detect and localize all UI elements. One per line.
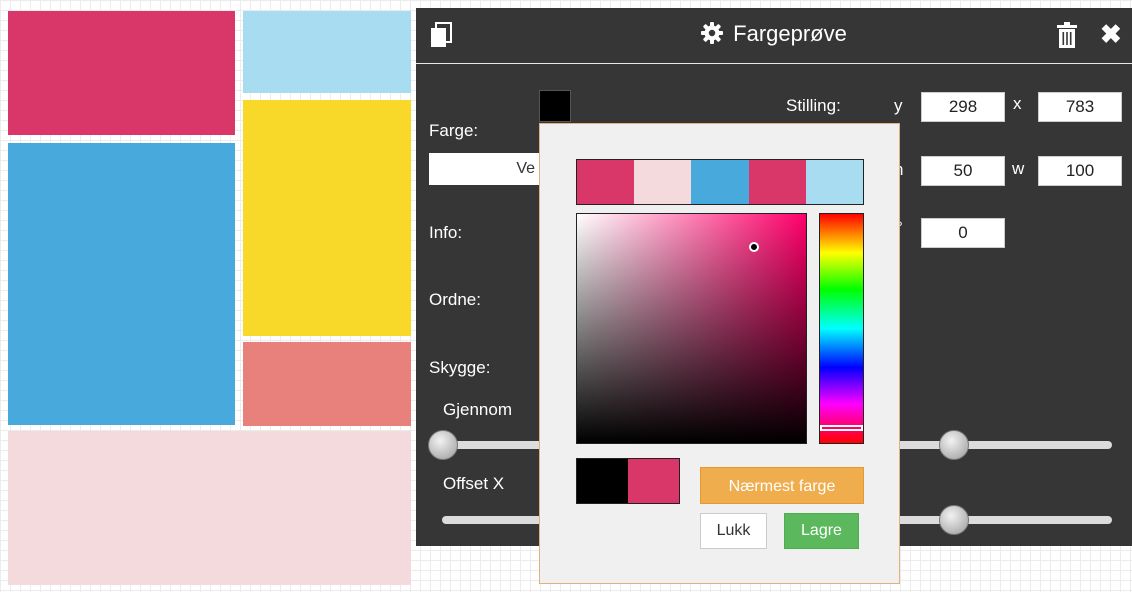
offset-x-slider-handle[interactable] bbox=[939, 505, 969, 535]
palette-swatch[interactable] bbox=[748, 160, 806, 204]
close-button[interactable]: Lukk bbox=[700, 513, 767, 549]
canvas-block[interactable] bbox=[8, 11, 235, 135]
close-icon[interactable]: ✖ bbox=[1100, 21, 1122, 47]
opacity-slider-handle-2[interactable] bbox=[939, 430, 969, 460]
opacity-slider-handle[interactable] bbox=[428, 430, 458, 460]
color-name-field[interactable]: Ve bbox=[429, 153, 541, 185]
gear-icon[interactable] bbox=[701, 22, 724, 50]
canvas-block[interactable] bbox=[243, 11, 411, 93]
hue-slider-handle[interactable] bbox=[820, 425, 863, 431]
saturation-value-area[interactable] bbox=[576, 213, 807, 444]
y-field[interactable]: 298 bbox=[921, 92, 1005, 122]
ordne-label: Ordne: bbox=[429, 290, 481, 309]
saturation-value-marker[interactable] bbox=[749, 242, 759, 252]
canvas-block[interactable] bbox=[8, 431, 411, 585]
recent-colors-palette bbox=[576, 159, 864, 205]
canvas-block[interactable] bbox=[8, 143, 235, 425]
position-label: Stilling: bbox=[786, 96, 841, 115]
skygge-label: Skygge: bbox=[429, 358, 491, 377]
previous-color-preview bbox=[577, 459, 628, 503]
info-label: Info: bbox=[429, 223, 463, 242]
canvas-block[interactable] bbox=[243, 100, 411, 336]
nearest-color-button[interactable]: Nærmest farge bbox=[700, 467, 864, 504]
dialog-title-wrap: Fargeprøve bbox=[416, 21, 1132, 50]
color-swatch-button[interactable] bbox=[539, 90, 571, 122]
palette-swatch[interactable] bbox=[691, 160, 749, 204]
x-field[interactable]: 783 bbox=[1038, 92, 1122, 122]
hue-slider[interactable] bbox=[819, 213, 864, 444]
color-preview bbox=[576, 458, 680, 504]
color-picker-popup: Nærmest farge Lukk Lagre bbox=[539, 123, 900, 584]
y-label: y bbox=[894, 96, 903, 115]
save-button[interactable]: Lagre bbox=[784, 513, 859, 549]
palette-swatch[interactable] bbox=[805, 160, 864, 204]
x-label: x bbox=[1013, 94, 1022, 113]
new-color-preview bbox=[628, 459, 679, 503]
height-field[interactable]: 50 bbox=[921, 156, 1005, 186]
rotation-field[interactable]: 0 bbox=[921, 218, 1005, 248]
dialog-title: Fargeprøve bbox=[733, 21, 847, 46]
trash-icon[interactable] bbox=[1056, 22, 1078, 53]
dialog-titlebar[interactable]: Fargeprøve ✖ bbox=[416, 8, 1132, 64]
offset-x-label: Offset X bbox=[443, 474, 505, 493]
palette-swatch[interactable] bbox=[577, 160, 635, 204]
canvas-block[interactable] bbox=[243, 342, 411, 426]
width-field[interactable]: 100 bbox=[1038, 156, 1122, 186]
w-label: w bbox=[1012, 159, 1025, 178]
opacity-label: Gjennom bbox=[443, 400, 512, 419]
farge-label: Farge: bbox=[429, 121, 479, 140]
palette-swatch[interactable] bbox=[634, 160, 692, 204]
